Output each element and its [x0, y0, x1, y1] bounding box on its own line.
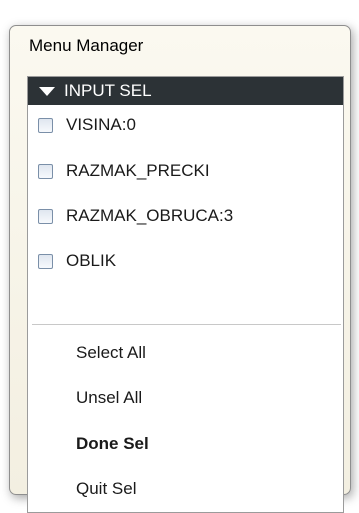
divider: [32, 324, 341, 325]
window-title: Menu Manager: [29, 36, 144, 55]
list-item-oblik[interactable]: OBLIK: [28, 243, 343, 283]
select-all-button[interactable]: Select All: [76, 343, 146, 363]
list-item-label: OBLIK: [66, 251, 117, 270]
quit-sel-button[interactable]: Quit Sel: [76, 479, 136, 499]
checkbox[interactable]: [38, 209, 53, 224]
menu-header[interactable]: INPUT SEL: [28, 77, 343, 105]
menu-header-label: INPUT SEL: [64, 81, 152, 100]
list-item-label: VISINA:0: [66, 115, 136, 134]
list-item-label: RAZMAK_PRECKI: [66, 161, 210, 180]
collapse-triangle-icon[interactable]: [39, 87, 55, 96]
checkbox[interactable]: [38, 118, 53, 133]
done-sel-button[interactable]: Done Sel: [76, 434, 149, 454]
unsel-all-button[interactable]: Unsel All: [76, 388, 142, 408]
list-item-razmak-precki[interactable]: RAZMAK_PRECKI: [28, 153, 343, 193]
list-item-razmak-obruca[interactable]: RAZMAK_OBRUCA:3: [28, 198, 343, 238]
checkbox[interactable]: [38, 254, 53, 269]
menu-manager-window: Menu Manager INPUT SEL VISINA:0 RAZMAK_P…: [9, 25, 351, 513]
list-item-visina[interactable]: VISINA:0: [28, 107, 343, 147]
checkbox[interactable]: [38, 164, 53, 179]
menu-panel: INPUT SEL VISINA:0 RAZMAK_PRECKI RAZMAK_…: [27, 76, 344, 513]
list-item-label: RAZMAK_OBRUCA:3: [66, 206, 234, 225]
